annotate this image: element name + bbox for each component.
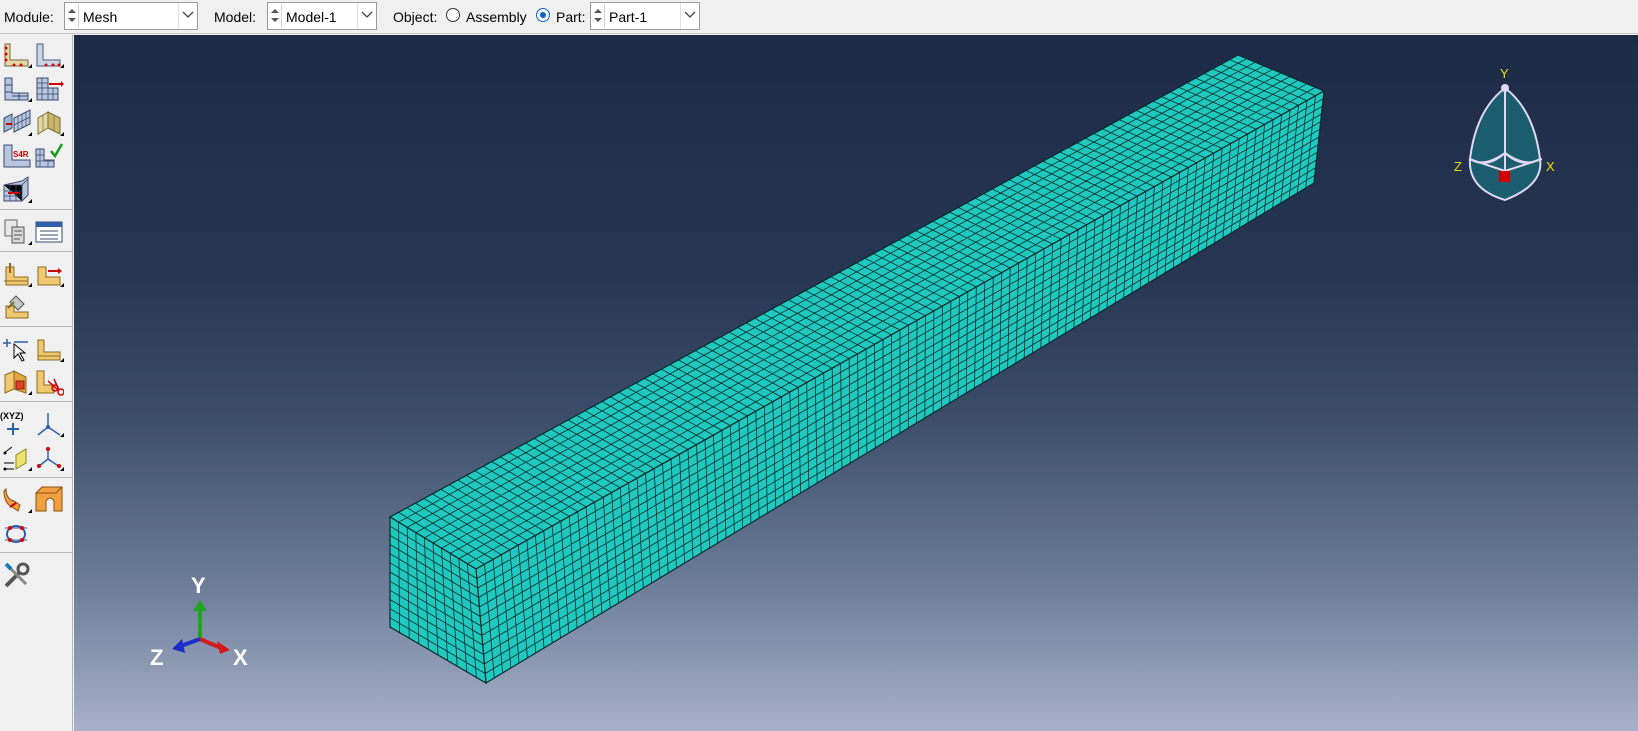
module-spin[interactable] <box>66 4 79 28</box>
module-value: Mesh <box>83 9 118 25</box>
part-combo[interactable]: Part-1 <box>590 2 700 30</box>
tools-icon[interactable] <box>2 560 32 590</box>
view-manipulator[interactable]: Y X Z <box>1454 66 1555 202</box>
manager-table-icon[interactable] <box>34 217 64 247</box>
seed-part-icon[interactable] <box>2 40 32 70</box>
mesh-toolbox: S4R (XYZ) <box>0 35 73 731</box>
triad-x-label: X <box>233 645 248 670</box>
viewport[interactable]: Y X Z Y X Z <box>74 35 1638 731</box>
create-datum-point-icon[interactable] <box>2 334 32 364</box>
mesh-controls-icon[interactable] <box>2 74 32 104</box>
view-cube-y-label: Y <box>1500 66 1509 81</box>
edit-mesh-icon[interactable] <box>2 259 32 289</box>
partition-edge-icon[interactable] <box>2 518 32 548</box>
view-cube-center[interactable] <box>1499 171 1510 182</box>
view-cube-x-label: X <box>1546 159 1555 174</box>
element-type-icon[interactable] <box>34 74 64 104</box>
mesh-beam[interactable] <box>388 54 1326 685</box>
triad-z-label: Z <box>150 645 163 670</box>
delete-mesh-icon[interactable] <box>34 108 64 138</box>
part-radio-label: Part: <box>556 9 586 25</box>
triad-y-arrow <box>193 600 207 611</box>
mesh-region-icon[interactable] <box>2 175 32 205</box>
toolbox-separator <box>0 477 72 478</box>
datum-csys-icon[interactable] <box>34 443 64 473</box>
model-spin[interactable] <box>269 4 282 28</box>
assembly-radio[interactable] <box>446 8 460 22</box>
toolbox-separator <box>0 251 72 252</box>
cut-geometry-icon[interactable] <box>34 367 64 397</box>
toolbox-separator <box>0 326 72 327</box>
mesh-part-icon[interactable] <box>2 108 32 138</box>
object-label: Object: <box>393 9 438 25</box>
verify-mesh-icon[interactable] <box>34 141 64 171</box>
view-cube-z-label: Z <box>1454 159 1462 174</box>
module-label: Module: <box>4 9 54 25</box>
sweep-solid-icon[interactable] <box>34 485 64 515</box>
seed-tool-text: S4R <box>13 150 29 159</box>
model-combo[interactable]: Model-1 <box>267 2 377 30</box>
part-value: Part-1 <box>609 9 648 25</box>
part-radio[interactable] <box>536 8 550 22</box>
query-icon[interactable] <box>2 217 32 247</box>
module-combo[interactable]: Mesh <box>64 2 198 30</box>
triad-y-label: Y <box>191 573 206 598</box>
module-dropdown-icon[interactable] <box>178 3 197 29</box>
datum-csys-text: (XYZ) <box>0 411 24 421</box>
extrude-solid-icon[interactable] <box>2 485 32 515</box>
datum-axis-icon[interactable] <box>34 409 64 439</box>
combine-faces-icon[interactable] <box>2 367 32 397</box>
datum-plane-icon[interactable] <box>2 443 32 473</box>
model-label: Model: <box>214 9 257 25</box>
datum-point-icon[interactable]: (XYZ) <box>0 409 30 439</box>
virtual-topology-icon[interactable] <box>34 334 64 364</box>
repair-icon[interactable] <box>2 292 32 322</box>
triad-z-arrow <box>172 639 185 653</box>
toolbox-separator <box>0 552 72 553</box>
part-dropdown-icon[interactable] <box>680 3 699 29</box>
assign-element-type-icon[interactable]: S4R <box>2 141 32 171</box>
model-dropdown-icon[interactable] <box>357 3 376 29</box>
edit-mesh-move-icon[interactable] <box>34 259 64 289</box>
seed-edges-icon[interactable] <box>34 40 64 70</box>
model-value: Model-1 <box>286 9 337 25</box>
assembly-radio-label: Assembly <box>466 9 527 25</box>
toolbox-separator <box>0 401 72 402</box>
toolbox-separator <box>0 209 72 210</box>
global-triad: Y X Z <box>150 573 248 670</box>
triad-x-arrow <box>217 641 230 654</box>
part-spin[interactable] <box>592 4 605 28</box>
mesh-part-render[interactable]: Y X Z Y X Z <box>74 35 1638 731</box>
context-bar: Module: Mesh Model: Model-1 Object: Asse… <box>0 0 1638 34</box>
